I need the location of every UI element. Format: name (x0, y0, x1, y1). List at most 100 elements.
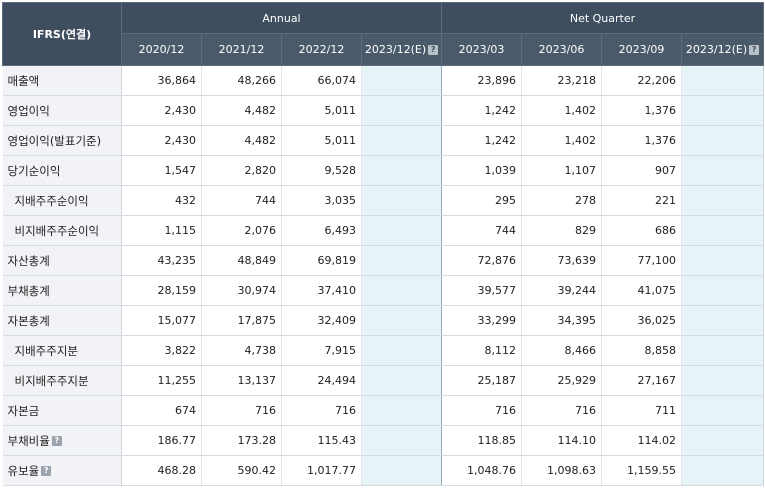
ifrs-corner-header: IFRS(연결) (2, 2, 122, 66)
financial-summary-table: IFRS(연결) Annual Net Quarter 2020/12 2021… (2, 2, 764, 486)
value-cell: 2,430 (121, 95, 202, 126)
row-label-text: 자본금 (7, 403, 40, 418)
value-cell: 43,235 (121, 245, 202, 276)
value-cell: 4,738 (201, 335, 282, 366)
value-cell: 17,875 (201, 305, 282, 336)
value-cell: 2,076 (201, 215, 282, 246)
row-label: 부채비율? (2, 425, 122, 456)
estimate-cell (361, 455, 442, 486)
value-cell: 4,482 (201, 95, 282, 126)
value-cell: 25,929 (521, 365, 602, 396)
row-label: 영업이익(발표기준) (2, 125, 122, 156)
value-cell: 73,639 (521, 245, 602, 276)
estimate-cell (361, 95, 442, 126)
table-row: 비지배주주지분 11,255 13,137 24,494 25,187 25,929 27,… (2, 365, 764, 396)
period-header: 2023/06 (521, 33, 602, 66)
estimate-cell (681, 185, 764, 216)
row-label-text: 지배주주순이익 (14, 193, 89, 208)
period-header-estimate: 2023/12(E)? (361, 33, 442, 66)
value-cell: 1,547 (121, 155, 202, 186)
value-cell: 1,107 (521, 155, 602, 186)
value-cell: 23,896 (441, 65, 522, 96)
estimate-cell (361, 155, 442, 186)
table-row: 지배주주순이익 432 744 3,035 295 278 221 (2, 185, 764, 216)
value-cell: 66,074 (281, 65, 362, 96)
value-cell: 744 (201, 185, 282, 216)
estimate-cell (681, 95, 764, 126)
row-label: 부채총계 (2, 275, 122, 306)
period-header: 2021/12 (201, 33, 282, 66)
value-cell: 8,466 (521, 335, 602, 366)
value-cell: 37,410 (281, 275, 362, 306)
estimate-cell (681, 245, 764, 276)
period-header-label: 2023/12(E) (685, 43, 748, 56)
row-label: 지배주주지분 (2, 335, 122, 366)
value-cell: 2,820 (201, 155, 282, 186)
value-cell: 278 (521, 185, 602, 216)
value-cell: 716 (441, 395, 522, 426)
estimate-cell (681, 425, 764, 456)
value-cell: 34,395 (521, 305, 602, 336)
table-row: 자본금 674 716 716 716 716 711 (2, 395, 764, 426)
value-cell: 186.77 (121, 425, 202, 456)
row-label: 자본금 (2, 395, 122, 426)
annual-group-header: Annual (121, 2, 442, 34)
estimate-cell (361, 245, 442, 276)
value-cell: 48,266 (201, 65, 282, 96)
value-cell: 33,299 (441, 305, 522, 336)
table-row: 부채비율? 186.77 173.28 115.43 118.85 114.10 114.0… (2, 425, 764, 456)
estimate-cell (361, 185, 442, 216)
table-row: 유보율? 468.28 590.42 1,017.77 1,048.76 1,098.63… (2, 455, 764, 486)
value-cell: 36,864 (121, 65, 202, 96)
value-cell: 1,402 (521, 125, 602, 156)
estimate-cell (361, 365, 442, 396)
value-cell: 4,482 (201, 125, 282, 156)
estimate-cell (681, 455, 764, 486)
table-row: 당기순이익 1,547 2,820 9,528 1,039 1,107 907 (2, 155, 764, 186)
value-cell: 1,115 (121, 215, 202, 246)
row-label: 영업이익 (2, 95, 122, 126)
table-row: 자산총계 43,235 48,849 69,819 72,876 73,639 77,100 (2, 245, 764, 276)
table-row: 영업이익(발표기준) 2,430 4,482 5,011 1,242 1,402 1,376 (2, 125, 764, 156)
help-icon[interactable]: ? (428, 45, 439, 55)
value-cell: 7,915 (281, 335, 362, 366)
help-icon[interactable]: ? (41, 466, 52, 476)
value-cell: 590.42 (201, 455, 282, 486)
value-cell: 114.10 (521, 425, 602, 456)
value-cell: 28,159 (121, 275, 202, 306)
value-cell: 1,242 (441, 125, 522, 156)
value-cell: 9,528 (281, 155, 362, 186)
estimate-cell (361, 305, 442, 336)
estimate-cell (361, 125, 442, 156)
value-cell: 221 (601, 185, 682, 216)
help-icon[interactable]: ? (749, 45, 760, 55)
value-cell: 8,858 (601, 335, 682, 366)
value-cell: 716 (521, 395, 602, 426)
period-header-estimate: 2023/12(E)? (681, 33, 764, 66)
estimate-cell (681, 125, 764, 156)
value-cell: 118.85 (441, 425, 522, 456)
row-label-text: 유보율 (7, 463, 40, 478)
value-cell: 1,017.77 (281, 455, 362, 486)
row-label-text: 자산총계 (7, 253, 50, 268)
row-label-text: 부채총계 (7, 283, 50, 298)
net-quarter-group-header: Net Quarter (441, 2, 764, 34)
row-label: 매출액 (2, 65, 122, 96)
estimate-cell (681, 65, 764, 96)
help-icon[interactable]: ? (51, 436, 62, 446)
value-cell: 11,255 (121, 365, 202, 396)
value-cell: 716 (281, 395, 362, 426)
row-label: 자산총계 (2, 245, 122, 276)
estimate-cell (681, 215, 764, 246)
value-cell: 27,167 (601, 365, 682, 396)
value-cell: 39,577 (441, 275, 522, 306)
value-cell: 15,077 (121, 305, 202, 336)
row-label-text: 지배주주지분 (14, 343, 78, 358)
value-cell: 24,494 (281, 365, 362, 396)
value-cell: 173.28 (201, 425, 282, 456)
value-cell: 1,159.55 (601, 455, 682, 486)
value-cell: 36,025 (601, 305, 682, 336)
value-cell: 30,974 (201, 275, 282, 306)
value-cell: 3,035 (281, 185, 362, 216)
value-cell: 907 (601, 155, 682, 186)
